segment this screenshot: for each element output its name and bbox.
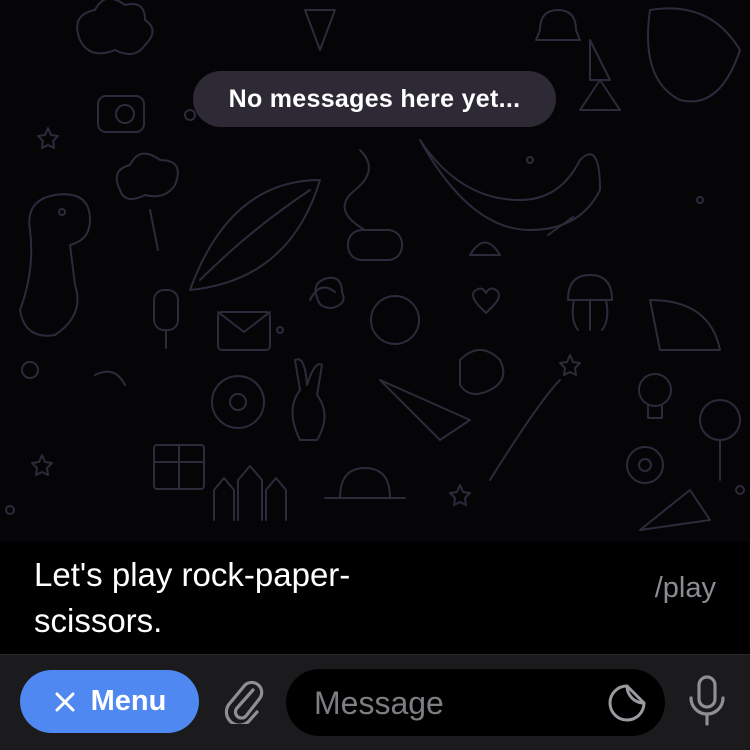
message-input[interactable] [312,677,606,729]
paperclip-icon [223,676,265,729]
bot-menu-button[interactable]: Menu [20,670,199,733]
menu-button-label: Menu [90,685,167,717]
empty-chat-notice: No messages here yet... [193,71,556,127]
microphone-icon [687,674,727,733]
close-icon [53,690,77,714]
message-field[interactable] [286,669,665,736]
sticker-button[interactable] [607,683,647,723]
command-name: /play [654,572,716,604]
bot-command-suggestion[interactable]: Let's play rock-paper-scissors. /play [0,542,750,654]
sticker-icon [607,684,647,727]
command-description: Let's play rock-paper-scissors. [34,556,351,639]
chat-area: No messages here yet... [0,0,750,542]
attach-button[interactable] [216,672,272,732]
voice-message-button[interactable] [684,674,730,733]
message-input-bar: Menu [0,654,750,750]
